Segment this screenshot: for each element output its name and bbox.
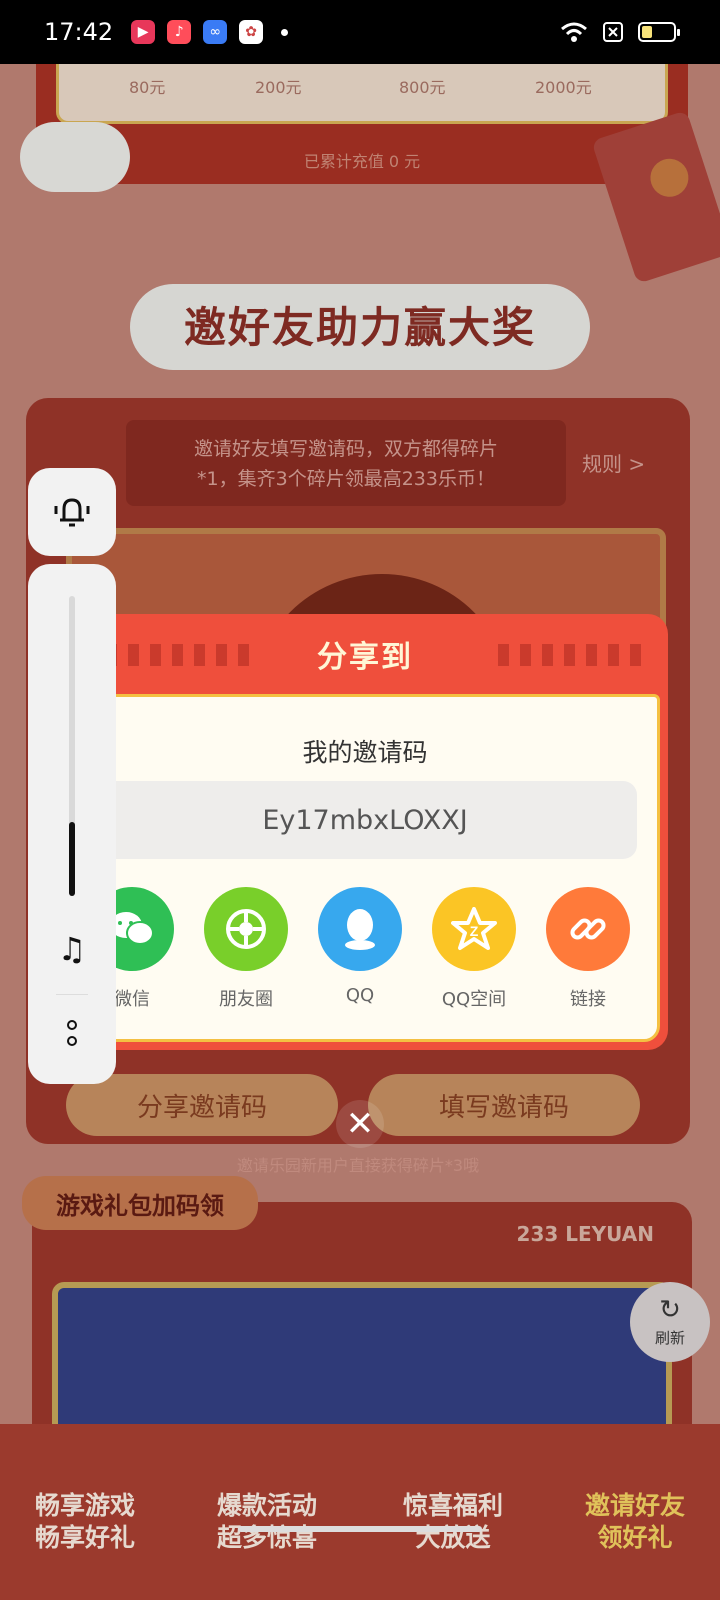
- share-moments[interactable]: 朋友圈: [191, 887, 301, 1011]
- share-moments-label: 朋友圈: [219, 989, 273, 1010]
- volume-level: [69, 822, 75, 896]
- more-notifications-dot: [281, 28, 289, 36]
- status-time: 17:42: [44, 18, 114, 46]
- invite-hint: 邀请乐园新用户直接获得碎片*3哦: [236, 1156, 480, 1175]
- share-link-label: 链接: [570, 989, 606, 1010]
- nav-welfare-line1: 惊喜福利: [402, 1491, 503, 1520]
- recharge-card: 80元 200元 800元 2000元 已累计充值 0 元: [36, 64, 688, 184]
- share-qq[interactable]: QQ: [305, 887, 415, 1006]
- wifi-icon: [561, 22, 587, 42]
- notification-app-icons: ▶ ♪ ∞ ✿: [131, 20, 264, 44]
- status-bar: 17:42 ▶ ♪ ∞ ✿: [0, 0, 720, 64]
- rules-link[interactable]: 规则 >: [582, 448, 645, 477]
- share-modal-title: 分享到: [317, 640, 413, 675]
- cloud-decoration: [20, 122, 130, 192]
- nav-invite-line2: 领好礼: [597, 1523, 673, 1552]
- nav-item-invite[interactable]: 邀请好友 领好礼: [560, 1490, 710, 1554]
- video-app-icon: ▶: [131, 20, 156, 44]
- more-icon[interactable]: [28, 1020, 116, 1046]
- rule-text-line1: 邀请好友填写邀请码，双方都得碎片: [193, 438, 498, 460]
- share-modal-body: 我的邀请码 Ey17mbxLOXXJ 微信 朋友圈 QQ Z QQ空间 链接: [70, 694, 660, 1042]
- volume-separator: [56, 994, 88, 995]
- qq-icon: [318, 887, 402, 971]
- music-note-icon[interactable]: ♫: [28, 930, 116, 968]
- bell-icon: [54, 498, 90, 527]
- close-modal-button[interactable]: ✕: [336, 1100, 384, 1148]
- tier-80: 80元: [129, 78, 166, 97]
- rule-banner: 邀请好友填写邀请码，双方都得碎片 *1，集齐3个碎片领最高233乐币！: [126, 420, 566, 506]
- nav-activities-line1: 爆款活动: [216, 1491, 317, 1520]
- qzone-icon: Z: [432, 887, 516, 971]
- red-envelope-decoration: [591, 110, 720, 284]
- nav-invite-line1: 邀请好友: [584, 1491, 685, 1520]
- rule-text-line2: *1，集齐3个碎片领最高233乐币！: [197, 468, 495, 490]
- gift-section-title: 游戏礼包加码领: [22, 1176, 258, 1230]
- close-icon: ✕: [345, 1104, 375, 1144]
- bottom-nav: 畅享游戏 畅享好礼 爆款活动 超多惊喜 惊喜福利 大放送 邀请好友 领好礼: [0, 1424, 720, 1600]
- fill-code-button[interactable]: 填写邀请码: [368, 1074, 640, 1136]
- section-title-ribbon: 邀好友助力赢大奖: [130, 264, 590, 374]
- tier-800: 800元: [399, 78, 446, 97]
- ring-mode-button[interactable]: [28, 468, 116, 556]
- tier-2000: 2000元: [535, 78, 592, 97]
- nav-item-welfare[interactable]: 惊喜福利 大放送: [378, 1490, 528, 1554]
- share-link[interactable]: 链接: [533, 887, 643, 1011]
- home-indicator[interactable]: [238, 1526, 482, 1532]
- share-qq-label: QQ: [345, 985, 375, 1006]
- moments-icon: [204, 887, 288, 971]
- invite-code-value: Ey17mbxLOXXJ: [262, 804, 468, 836]
- invite-code-label: 我的邀请码: [302, 738, 428, 767]
- tier-200: 200元: [255, 78, 302, 97]
- section-title: 邀好友助力赢大奖: [183, 303, 536, 352]
- nav-item-games[interactable]: 畅享游戏 畅享好礼: [10, 1490, 160, 1554]
- nav-games-line2: 畅享好礼: [34, 1523, 135, 1552]
- infinity-app-icon: ∞: [203, 20, 228, 44]
- invite-code-box[interactable]: Ey17mbxLOXXJ: [93, 781, 637, 859]
- leyuan-label: 233 LEYUAN: [516, 1222, 654, 1246]
- refresh-label: 刷新: [654, 1328, 685, 1347]
- sim-off-icon: [603, 22, 623, 42]
- share-code-button[interactable]: 分享邀请码: [66, 1074, 338, 1136]
- recharge-tiers: 80元 200元 800元 2000元: [56, 64, 668, 124]
- share-modal: 分享到 我的邀请码 Ey17mbxLOXXJ 微信 朋友圈 QQ Z QQ空间 …: [62, 614, 668, 1050]
- recharged-total: 已累计充值 0 元: [303, 152, 421, 171]
- status-right: [560, 21, 680, 43]
- music-app-icon: ♪: [167, 20, 192, 44]
- battery-icon: [638, 22, 680, 42]
- share-qzone[interactable]: Z QQ空间: [419, 887, 529, 1011]
- game-app-icon: ✿: [239, 20, 264, 44]
- svg-text:Z: Z: [470, 923, 479, 939]
- nav-games-line1: 畅享游戏: [34, 1491, 135, 1520]
- share-qzone-label: QQ空间: [441, 989, 507, 1010]
- refresh-button[interactable]: ↻ 刷新: [630, 1282, 710, 1362]
- link-icon: [546, 887, 630, 971]
- nav-item-activities[interactable]: 爆款活动 超多惊喜: [192, 1490, 342, 1554]
- volume-panel: ♫: [28, 564, 116, 1084]
- refresh-icon: ↻: [659, 1294, 681, 1325]
